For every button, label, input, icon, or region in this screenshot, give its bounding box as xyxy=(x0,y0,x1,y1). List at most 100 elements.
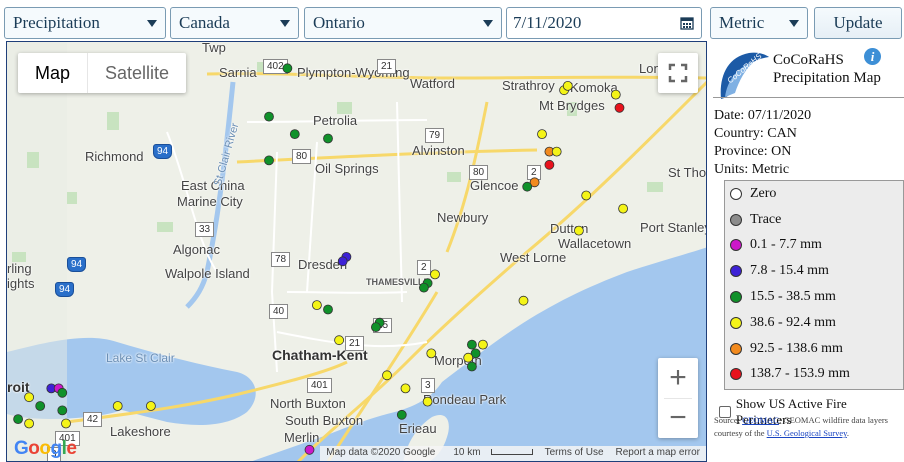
station-marker[interactable] xyxy=(477,339,488,350)
source-note: Source: GEOMAC: GEOMAC wildfire data lay… xyxy=(714,415,888,438)
precipitation-map[interactable]: Twp Sarnia Plympton-Wyoming Watford Stra… xyxy=(6,41,707,462)
report-error-link[interactable]: Report a map error xyxy=(610,446,706,461)
province-select[interactable]: Ontario xyxy=(304,7,502,39)
station-marker[interactable] xyxy=(57,387,68,398)
map-data-credit[interactable]: Map data ©2020 Google xyxy=(320,446,441,461)
station-marker[interactable] xyxy=(418,282,429,293)
country-select[interactable]: Canada xyxy=(170,7,299,39)
station-marker[interactable] xyxy=(145,401,156,411)
legend-label: Zero xyxy=(750,185,777,201)
map-attribution: Map data ©2020 Google 10 km Terms of Use… xyxy=(320,446,706,461)
legend-label: 38.6 - 92.4 mm xyxy=(750,314,836,330)
legend-item: 92.5 - 138.6 mm xyxy=(725,336,903,362)
station-marker[interactable] xyxy=(57,405,68,416)
station-marker[interactable] xyxy=(466,361,477,372)
zoom-control: + − xyxy=(658,358,698,438)
data-type-select[interactable]: Precipitation xyxy=(4,7,166,39)
station-marker[interactable] xyxy=(304,444,315,455)
zoom-out-button[interactable]: − xyxy=(658,398,698,438)
divider xyxy=(713,97,904,98)
station-marker[interactable] xyxy=(289,129,300,139)
station-marker[interactable] xyxy=(574,225,584,236)
update-button[interactable]: Update xyxy=(814,7,902,39)
legend-swatch xyxy=(730,239,742,252)
station-marker[interactable] xyxy=(614,102,625,113)
legend-swatch xyxy=(730,213,742,226)
province-line: Province: ON xyxy=(714,144,792,159)
station-marker[interactable] xyxy=(112,401,123,411)
geomac-link[interactable]: GEOMAC xyxy=(742,415,779,425)
station-marker[interactable] xyxy=(422,396,433,407)
usgs-link[interactable]: U.S. Geological Survey xyxy=(767,428,847,438)
calendar-icon[interactable] xyxy=(680,16,694,30)
chevron-down-icon xyxy=(789,20,799,27)
legend-item: 0.1 - 7.7 mm xyxy=(725,233,903,259)
legend-label: 15.5 - 38.5 mm xyxy=(750,289,836,305)
station-marker[interactable] xyxy=(13,414,24,425)
province-value: Ontario xyxy=(313,13,365,32)
station-marker[interactable] xyxy=(610,89,621,100)
station-marker[interactable] xyxy=(24,392,35,403)
station-marker[interactable] xyxy=(430,269,440,280)
station-marker[interactable] xyxy=(518,295,529,306)
station-marker[interactable] xyxy=(463,352,474,363)
station-marker[interactable] xyxy=(522,181,533,192)
station-marker[interactable] xyxy=(466,339,477,350)
station-marker[interactable] xyxy=(581,190,592,201)
station-marker[interactable] xyxy=(24,418,35,429)
country-line: Country: CAN xyxy=(714,126,797,141)
google-logo[interactable]: Google xyxy=(14,438,77,460)
station-marker[interactable] xyxy=(537,129,547,139)
legend-swatch xyxy=(730,316,742,329)
legend-swatch xyxy=(730,291,742,304)
data-type-value: Precipitation xyxy=(13,13,100,32)
date-input[interactable]: 7/11/2020 xyxy=(506,7,702,39)
station-marker[interactable] xyxy=(426,348,437,359)
station-marker[interactable] xyxy=(282,63,293,74)
station-marker[interactable] xyxy=(551,146,562,157)
station-marker[interactable] xyxy=(35,401,46,411)
station-marker[interactable] xyxy=(337,256,348,267)
station-marker[interactable] xyxy=(618,203,628,214)
scale-bar[interactable]: 10 km xyxy=(441,446,538,461)
info-icon[interactable]: i xyxy=(864,48,881,65)
station-marker[interactable] xyxy=(562,81,573,91)
chevron-down-icon xyxy=(280,20,290,27)
station-marker[interactable] xyxy=(396,409,407,420)
station-marker[interactable] xyxy=(334,335,345,346)
legend-item: Zero xyxy=(725,181,903,207)
units-line: Units: Metric xyxy=(714,162,790,177)
legend-swatch xyxy=(730,187,742,200)
units-value: Metric xyxy=(719,13,765,32)
date-value: 7/11/2020 xyxy=(513,13,582,32)
station-marker[interactable] xyxy=(264,155,274,166)
station-marker[interactable] xyxy=(61,418,71,429)
legend-item: 38.6 - 92.4 mm xyxy=(725,310,903,336)
station-marker[interactable] xyxy=(323,133,333,144)
terms-link[interactable]: Terms of Use xyxy=(539,446,610,461)
legend-item: Trace xyxy=(725,207,903,233)
station-marker[interactable] xyxy=(400,383,411,394)
station-marker[interactable] xyxy=(382,370,392,381)
station-marker[interactable] xyxy=(323,304,333,315)
legend-item: 15.5 - 38.5 mm xyxy=(725,284,903,310)
zoom-in-button[interactable]: + xyxy=(658,358,698,398)
fullscreen-button[interactable] xyxy=(658,53,698,93)
legend-swatch xyxy=(730,342,742,355)
legend-label: 0.1 - 7.7 mm xyxy=(750,237,822,253)
station-marker[interactable] xyxy=(311,300,322,311)
station-marker[interactable] xyxy=(264,111,274,122)
legend-label: 138.7 - 153.9 mm xyxy=(750,366,850,382)
legend-swatch xyxy=(730,368,742,381)
legend-item: 7.8 - 15.4 mm xyxy=(725,258,903,284)
map-type-satellite-button[interactable]: Satellite xyxy=(87,53,186,93)
map-type-map-button[interactable]: Map xyxy=(18,53,87,93)
legend-label: 7.8 - 15.4 mm xyxy=(750,263,829,279)
station-marker[interactable] xyxy=(370,322,381,333)
station-layer xyxy=(13,63,628,455)
units-select[interactable]: Metric xyxy=(710,7,808,39)
toolbar: Precipitation Canada Ontario 7/11/2020 M… xyxy=(0,0,904,40)
map-type-control: Map Satellite xyxy=(18,53,187,93)
cocorahs-logo: CoCoRaHS xyxy=(720,51,769,99)
station-marker[interactable] xyxy=(544,159,555,170)
